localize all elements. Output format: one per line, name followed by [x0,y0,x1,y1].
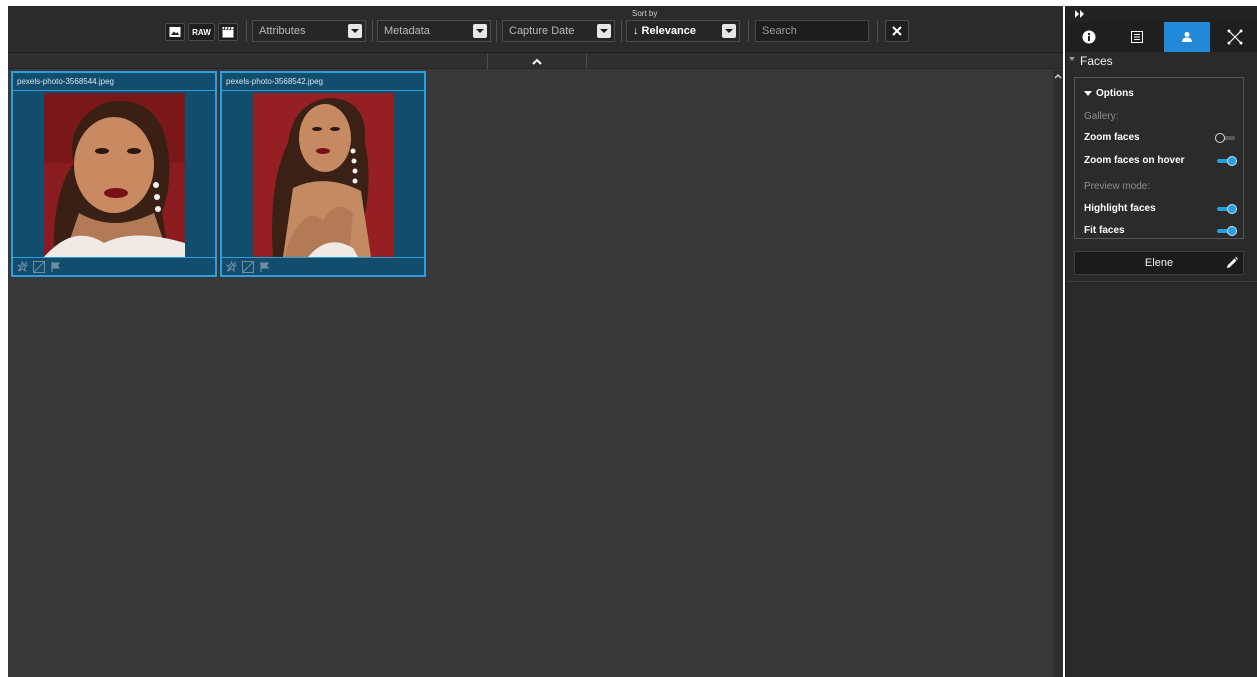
tab-info[interactable] [1066,22,1112,52]
toolbar-separator [748,20,749,42]
scroll-up-icon[interactable] [1053,72,1063,80]
capture-date-label: Capture Date [509,25,575,37]
filter-raw-button[interactable]: RAW [188,23,215,41]
thumbnail-grid: pexels-photo-3568544.jpeg pexels-photo-3… [8,70,1053,677]
metadata-label: Metadata [384,25,430,37]
dropdown-arrow-icon [722,24,736,38]
options-header[interactable]: Options [1084,88,1134,99]
raw-label: RAW [192,27,211,37]
zoom-faces-on-hover-label: Zoom faces on hover [1084,155,1185,166]
capture-date-dropdown[interactable]: Capture Date [502,20,615,42]
thumbnail-footer [13,257,215,275]
grid-scrollbar[interactable] [1053,70,1063,677]
options-title: Options [1096,88,1134,99]
dropdown-arrow-icon [597,24,611,38]
thumbnail-footer [222,257,424,275]
portrait-photo-thumbnail[interactable] [253,93,394,257]
faces-section-header[interactable]: Faces [1066,52,1257,70]
filter-toolbar: RAW Attributes Metadata Capture Date Sor… [8,6,1063,53]
metadata-dropdown[interactable]: Metadata [377,20,491,42]
expand-triangle-icon [1084,90,1092,96]
search-input[interactable] [755,20,869,42]
unrated-star-icon[interactable] [15,260,29,274]
thumbnail-filename: pexels-photo-3568542.jpeg [222,73,424,91]
dropdown-arrow-icon [473,24,487,38]
thumbnail-filename: pexels-photo-3568544.jpeg [13,73,215,91]
fit-faces-toggle[interactable] [1215,226,1237,236]
faces-section-title: Faces [1080,54,1113,68]
image-icon [169,27,181,37]
toolbar-collapse-bar [8,53,1063,69]
zoom-faces-on-hover-toggle[interactable] [1215,156,1237,166]
chevron-up-icon [532,58,542,65]
collapse-toolbar-button[interactable] [487,53,587,69]
portrait-photo-thumbnail[interactable] [44,93,185,257]
highlight-faces-label: Highlight faces [1084,203,1156,214]
panel-header [1066,6,1257,22]
app-window: RAW Attributes Metadata Capture Date Sor… [0,0,1257,677]
gallery-label: Gallery: [1084,111,1119,122]
sort-value: ↓ Relevance [633,25,696,37]
thumbnail-card[interactable]: pexels-photo-3568544.jpeg [11,71,217,277]
double-chevron-right-icon[interactable] [1074,9,1086,19]
highlight-faces-toggle[interactable] [1215,204,1237,214]
filter-images-button[interactable] [165,23,185,41]
filter-videos-button[interactable] [218,23,238,41]
toolbar-separator [621,20,622,42]
unrated-star-icon[interactable] [224,260,238,274]
video-clapper-icon [222,26,234,38]
person-name-field[interactable]: Elene [1074,251,1244,275]
portrait-photo [44,93,185,257]
attributes-label: Attributes [259,25,306,37]
close-icon [892,26,902,36]
toolbar-separator [877,20,878,42]
panel-tabs [1066,22,1257,52]
right-panel: Faces Options Gallery: Zoom faces Zoom f… [1065,6,1257,677]
toolbar-separator [372,20,373,42]
panel-divider [1066,281,1257,282]
flag-icon[interactable] [49,260,63,274]
fit-faces-label: Fit faces [1084,225,1125,236]
toolbar-separator [496,20,497,42]
label-icon[interactable] [32,260,46,274]
portrait-photo [253,93,394,257]
toolbar-separator [246,20,247,42]
zoom-faces-label: Zoom faces [1084,132,1140,143]
preview-mode-label: Preview mode: [1084,181,1151,192]
geo-network-icon [1227,29,1243,45]
collapse-triangle-icon [1069,57,1075,61]
person-icon [1182,32,1192,42]
metadata-list-icon [1131,31,1143,43]
main-browser-area: RAW Attributes Metadata Capture Date Sor… [8,6,1063,677]
zoom-faces-toggle[interactable] [1215,133,1237,143]
attributes-dropdown[interactable]: Attributes [252,20,366,42]
sort-dropdown[interactable]: ↓ Relevance [626,20,740,42]
flag-icon[interactable] [258,260,272,274]
tab-geo[interactable] [1212,22,1257,52]
options-panel: Options Gallery: Zoom faces Zoom faces o… [1074,77,1244,239]
info-icon [1082,30,1096,44]
edit-pencil-icon[interactable] [1225,256,1239,270]
person-name: Elene [1144,257,1174,269]
tab-faces[interactable] [1164,22,1210,52]
clear-filters-button[interactable] [885,20,909,42]
label-icon[interactable] [241,260,255,274]
thumbnail-card[interactable]: pexels-photo-3568542.jpeg [220,71,426,277]
sort-by-label: Sort by [632,9,658,18]
tab-metadata[interactable] [1114,22,1160,52]
dropdown-arrow-icon [348,24,362,38]
